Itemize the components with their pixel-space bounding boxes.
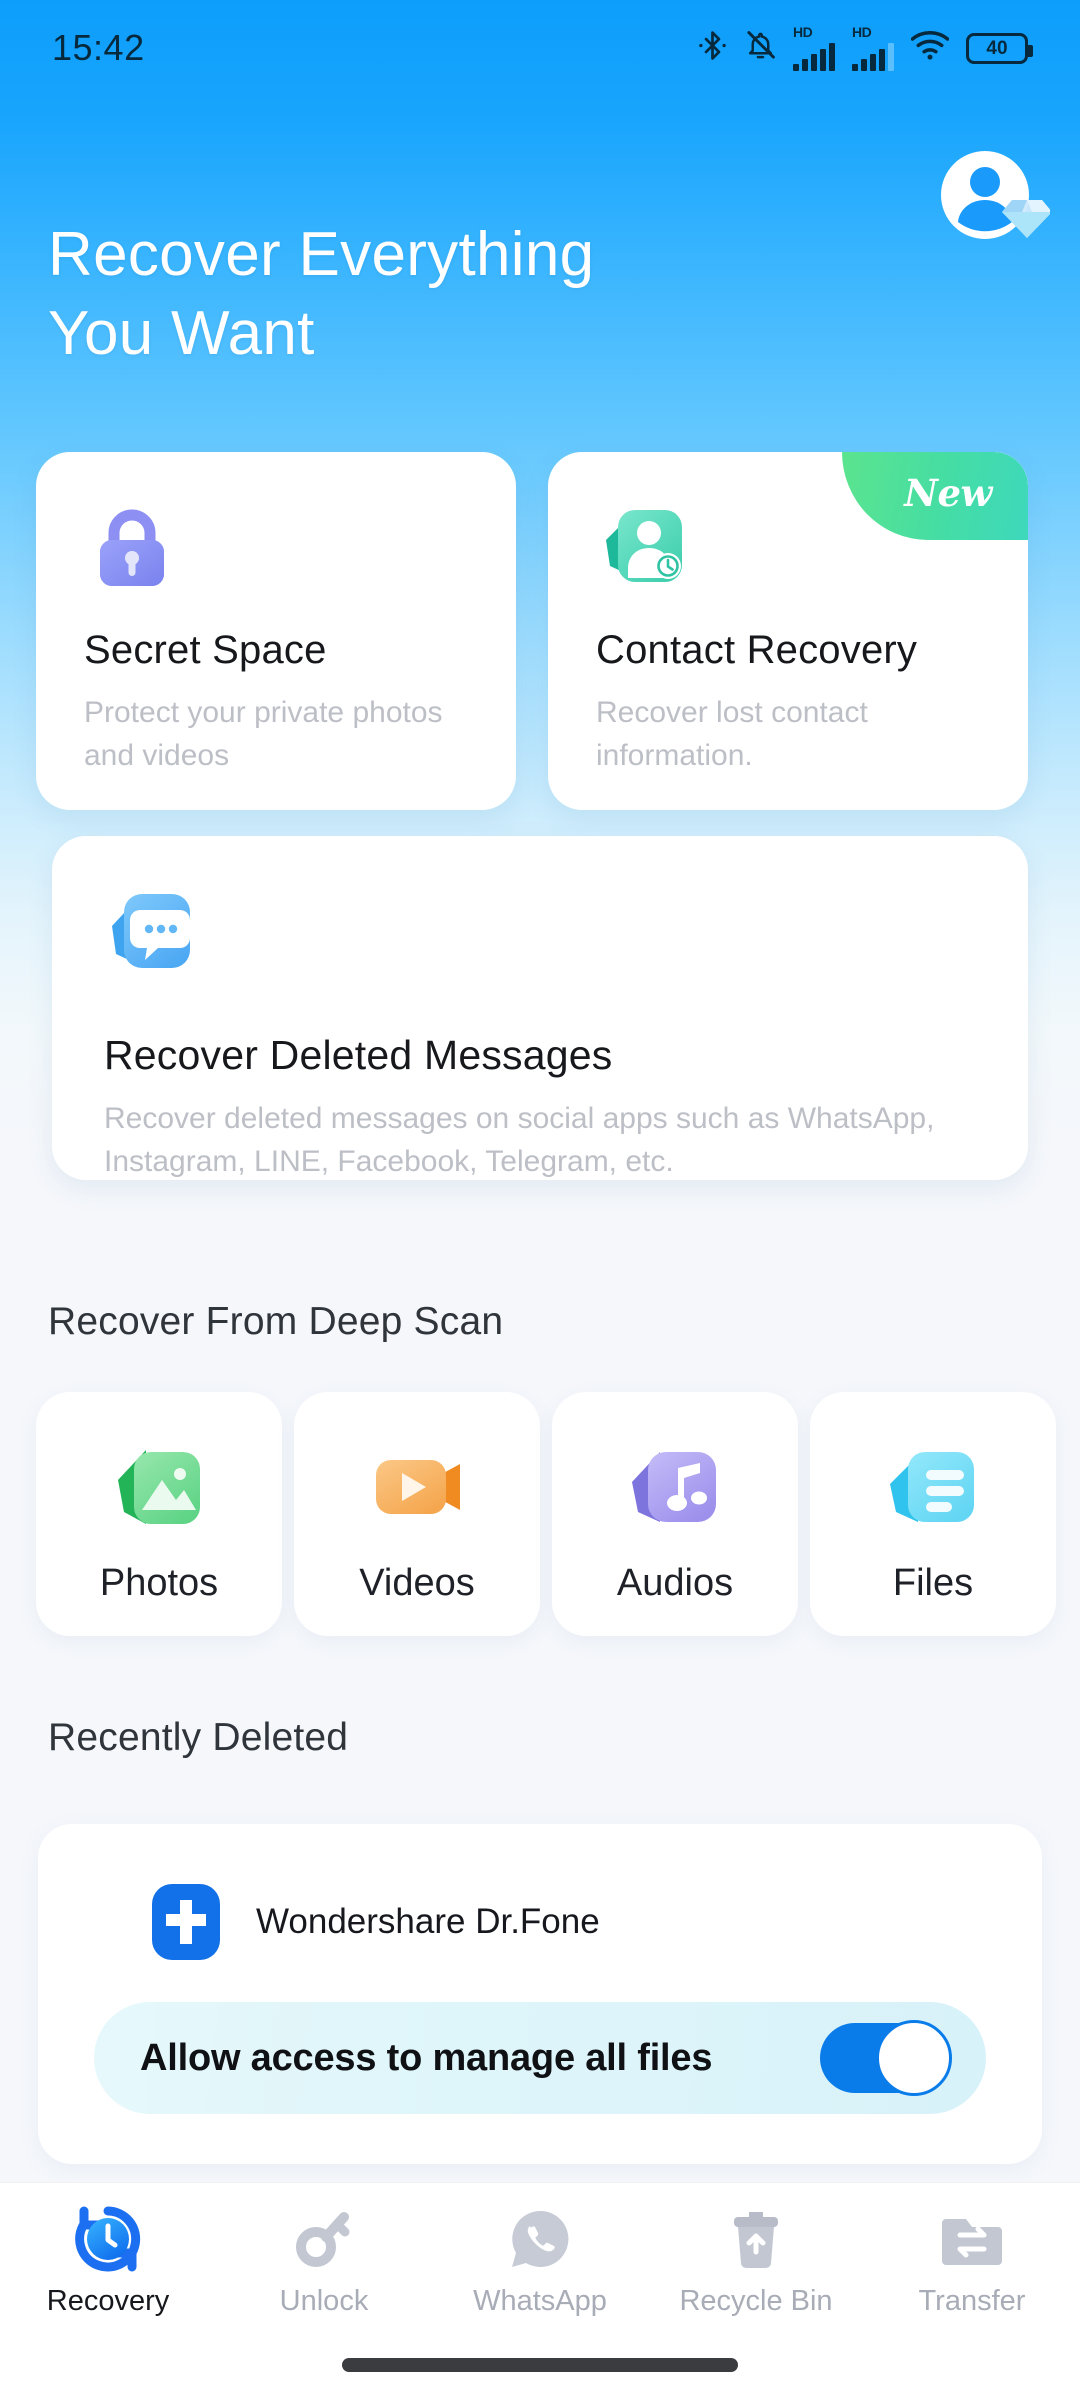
file-icon [878, 1432, 988, 1542]
hd-label-1: HD [793, 24, 813, 40]
nav-label: WhatsApp [473, 2285, 607, 2317]
deep-scan-tile-files[interactable]: Files [810, 1392, 1056, 1636]
status-icons: HD HD 40 [697, 25, 1033, 71]
status-bar: 15:42 HD HD 40 [0, 0, 1080, 96]
premium-diamond-icon [1002, 200, 1052, 238]
lock-icon [84, 500, 180, 596]
feature-card-contact-recovery[interactable]: New Contact Recovery Recover lost contac… [548, 452, 1028, 810]
list-item[interactable]: Wondershare Dr.Fone [148, 1884, 600, 1960]
deep-scan-tile-photos[interactable]: Photos [36, 1392, 282, 1636]
nav-item-recycle-bin[interactable]: Recycle Bin [656, 2203, 856, 2318]
deep-scan-tile-label: Photos [99, 1562, 219, 1604]
deep-scan-tile-label: Videos [359, 1562, 475, 1604]
feature-card-title: Recover Deleted Messages [104, 1032, 613, 1078]
feature-card-recover-messages[interactable]: Recover Deleted Messages Recover deleted… [52, 836, 1028, 1180]
badge-label: New [904, 471, 992, 515]
feature-card-description: Recover deleted messages on social apps … [104, 1102, 935, 1178]
deep-scan-tile-audios[interactable]: Audios [552, 1392, 798, 1636]
trash-icon [720, 2203, 792, 2275]
video-icon [362, 1432, 472, 1542]
permission-banner[interactable]: Allow access to manage all files [94, 2002, 986, 2114]
battery-level: 40 [986, 37, 1008, 59]
home-indicator[interactable] [342, 2358, 738, 2372]
status-time: 15:42 [52, 27, 145, 68]
nav-item-whatsapp[interactable]: WhatsApp [440, 2203, 640, 2318]
feature-card-description: Protect your private photos and videos [84, 696, 443, 772]
manage-all-files-toggle[interactable] [820, 2020, 952, 2096]
battery-icon: 40 [966, 32, 1033, 64]
deep-scan-tile-videos[interactable]: Videos [294, 1392, 540, 1636]
contact-clock-icon [596, 500, 692, 596]
feature-card-secret-space[interactable]: Secret Space Protect your private photos… [36, 452, 516, 810]
audio-icon [620, 1432, 730, 1542]
notification-muted-icon [745, 29, 776, 67]
status-badge: New [842, 452, 1028, 540]
signal-hd-2-icon: HD [852, 25, 894, 71]
key-icon [288, 2203, 360, 2275]
nav-item-unlock[interactable]: Unlock [224, 2203, 424, 2318]
feature-card-title: Secret Space [84, 628, 327, 672]
avatar[interactable] [930, 140, 1052, 260]
section-title-recently-deleted: Recently Deleted [48, 1716, 349, 1759]
hd-label-2: HD [852, 24, 872, 40]
page-title-line1: Recover Everything [48, 220, 595, 289]
drfone-icon [148, 1884, 224, 1960]
whatsapp-icon [504, 2203, 576, 2275]
photo-icon [104, 1432, 214, 1542]
nav-item-recovery[interactable]: Recovery [8, 2203, 208, 2318]
recovery-clock-icon [72, 2203, 144, 2275]
page-title-line2: You Want [48, 299, 315, 369]
page-title: Recover Everything You Want [48, 215, 848, 374]
nav-label: Transfer [918, 2285, 1026, 2317]
feature-card-title: Contact Recovery [596, 628, 918, 672]
app-screen: 15:42 HD HD 40 Recover Everything You Wa… [0, 0, 1080, 2400]
transfer-folder-icon [936, 2203, 1008, 2275]
signal-hd-1-icon: HD [793, 25, 835, 71]
toggle-knob [876, 2020, 952, 2096]
app-name: Wondershare Dr.Fone [256, 1902, 600, 1941]
chat-bubble-icon [104, 884, 200, 980]
nav-label: Recycle Bin [679, 2285, 833, 2317]
bluetooth-icon [697, 29, 728, 67]
section-title-deep-scan: Recover From Deep Scan [48, 1300, 504, 1343]
wifi-icon [910, 30, 950, 66]
permission-label: Allow access to manage all files [140, 2036, 713, 2079]
deep-scan-tile-label: Files [892, 1562, 974, 1604]
nav-item-transfer[interactable]: Transfer [872, 2203, 1072, 2318]
nav-label: Recovery [46, 2285, 170, 2317]
recently-deleted-panel: Wondershare Dr.Fone Allow access to mana… [38, 1824, 1042, 2164]
deep-scan-tile-label: Audios [616, 1562, 734, 1604]
feature-card-description: Recover lost contact information. [596, 696, 868, 772]
nav-label: Unlock [279, 2285, 369, 2317]
